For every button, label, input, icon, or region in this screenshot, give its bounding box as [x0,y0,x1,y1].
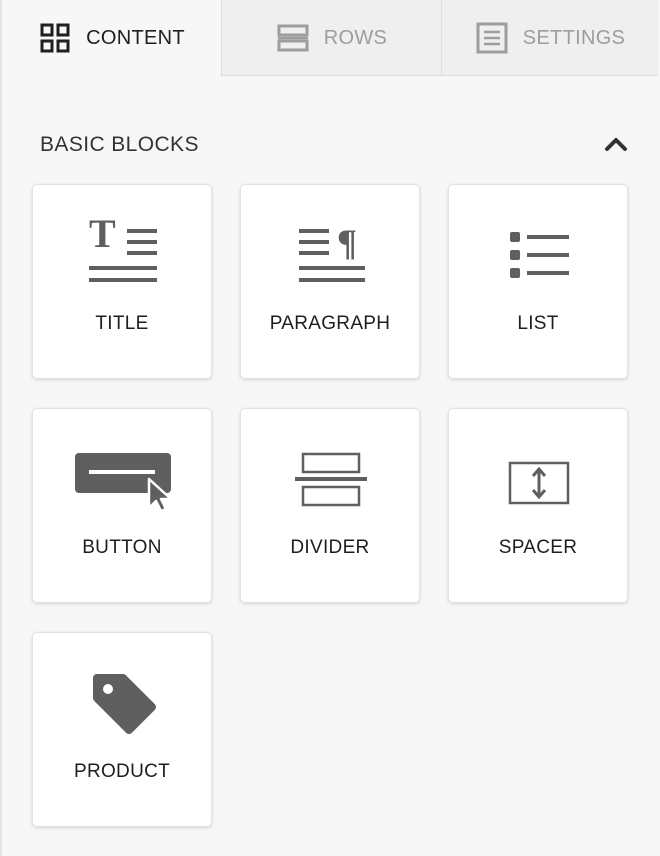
tab-settings-label: SETTINGS [522,26,626,49]
paragraph-icon: ¶ [299,223,365,282]
product-tag-icon [93,674,156,734]
tab-rows-label: ROWS [323,26,388,49]
tab-settings[interactable]: SETTINGS [442,0,658,76]
block-divider-card[interactable]: DIVIDER [240,408,420,603]
svg-text:T: T [89,211,116,256]
section-title: BASIC BLOCKS [40,133,199,156]
content-grid-icon [40,23,70,53]
block-button-label: BUTTON [82,537,162,558]
tab-content[interactable]: CONTENT [2,0,222,77]
tab-rows[interactable]: ROWS [222,0,442,76]
editor-tabs: CONTENT ROWS SETTINGS [2,0,658,77]
block-list-label: LIST [517,313,559,334]
block-spacer-label: SPACER [498,537,578,558]
block-product-label: PRODUCT [73,761,171,782]
list-icon [510,232,569,278]
block-spacer-card[interactable]: SPACER [448,408,628,603]
block-divider-label: DIVIDER [290,537,370,558]
title-icon: T [89,211,157,282]
chevron-up-icon[interactable] [602,131,630,159]
block-paragraph-label: PARAGRAPH [269,313,391,334]
basic-blocks-grid: T TITLE ¶ PARAGRAPH LIST BUTTON DIVIDER … [32,184,630,827]
block-list-card[interactable]: LIST [448,184,628,379]
block-title-card[interactable]: T TITLE [32,184,212,379]
svg-text:¶: ¶ [337,223,357,264]
block-paragraph-card[interactable]: ¶ PARAGRAPH [240,184,420,379]
basic-blocks-header[interactable]: BASIC BLOCKS [40,127,630,163]
divider-icon [295,452,367,507]
rows-icon [277,24,309,52]
tab-content-label: CONTENT [86,26,185,49]
block-title-label: TITLE [95,313,149,334]
block-product-card[interactable]: PRODUCT [32,632,212,827]
content-panel: CONTENT ROWS SETTINGS BASIC BLOCKS T TIT… [0,0,658,856]
spacer-icon [508,461,570,505]
settings-document-icon [476,22,508,54]
button-icon [75,453,173,513]
block-button-card[interactable]: BUTTON [32,408,212,603]
